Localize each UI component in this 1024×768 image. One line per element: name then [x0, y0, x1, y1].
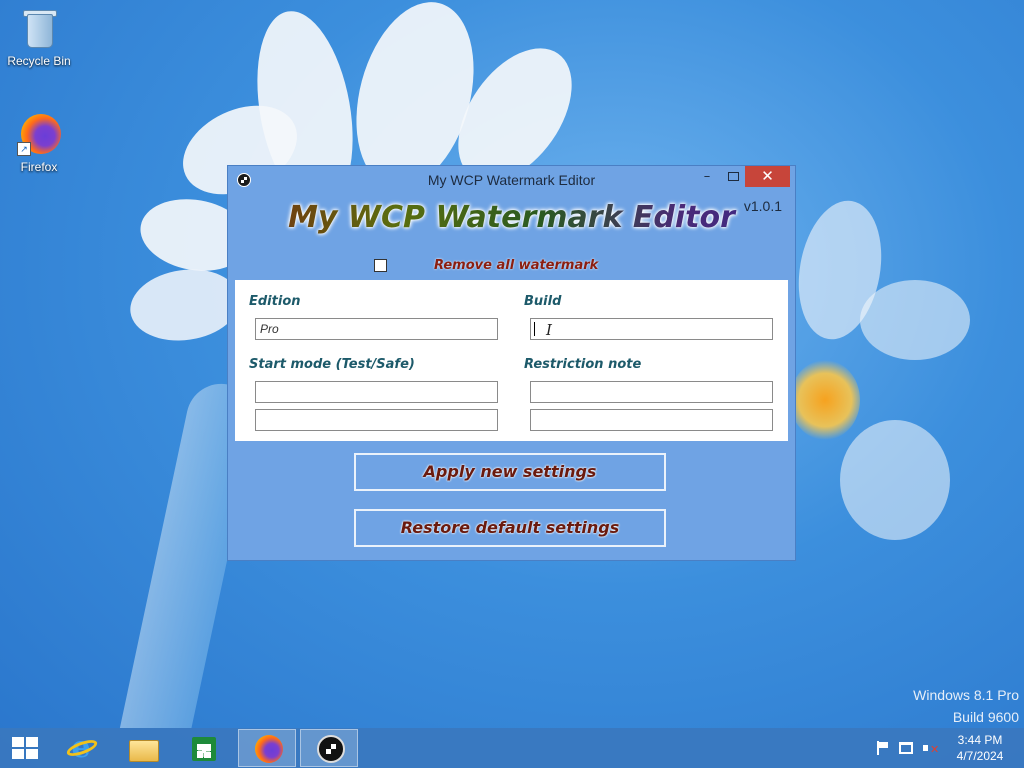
edition-input[interactable]: Pro [255, 318, 498, 340]
remove-all-row: Remove all watermark [374, 258, 634, 276]
close-button[interactable]: ✕ [745, 166, 790, 187]
windows-edition-watermark: Windows 8.1 Pro Build 9600 [913, 684, 1019, 728]
wallpaper-petal [860, 280, 970, 360]
wcp-editor-icon [315, 735, 345, 763]
desktop-icon-label: Recycle Bin [7, 54, 71, 68]
firefox-icon [253, 735, 283, 763]
version-label: v1.0.1 [743, 198, 782, 214]
start-mode-input-1[interactable] [255, 381, 498, 403]
start-mode-label: Start mode (Test/Safe) [249, 357, 415, 372]
taskbar-store[interactable] [175, 729, 233, 767]
file-explorer-icon [127, 734, 159, 762]
volume-muted-icon[interactable]: ✕ [922, 740, 939, 756]
maximize-icon [727, 172, 739, 181]
windows-logo-icon [12, 737, 38, 759]
taskbar-clock[interactable]: 3:44 PM 4/7/2024 [944, 732, 1016, 764]
build-label: Build [524, 294, 562, 309]
system-tray: ✕ [868, 728, 944, 768]
action-center-flag-icon[interactable] [874, 740, 890, 756]
taskbar-firefox[interactable] [238, 729, 296, 767]
start-mode-input-2[interactable] [255, 409, 498, 431]
watermark-edition: Windows 8.1 Pro [913, 687, 1019, 703]
watermark-build: Build 9600 [952, 709, 1019, 725]
restriction-note-input-2[interactable] [530, 409, 773, 431]
watermark-editor-window: My WCP Watermark Editor – ✕ My WCP Water… [227, 165, 796, 561]
desktop-icon-label: Firefox [20, 160, 58, 174]
recycle-bin-icon [17, 6, 61, 50]
desktop-icon-recycle-bin[interactable]: Recycle Bin [1, 6, 77, 68]
store-icon [189, 734, 219, 762]
desktop-icon-firefox[interactable]: ↗ Firefox [1, 112, 77, 174]
taskbar-wcp-editor[interactable] [300, 729, 358, 767]
apply-settings-button[interactable]: Apply new settings [354, 453, 666, 491]
taskbar: e ✕ 3:44 PM 4/7/2024 [0, 728, 1024, 768]
restriction-note-label: Restriction note [524, 357, 642, 372]
restriction-note-input-1[interactable] [530, 381, 773, 403]
maximize-button[interactable] [720, 166, 746, 187]
firefox-icon: ↗ [17, 112, 61, 156]
start-button[interactable] [0, 728, 50, 768]
clock-date: 4/7/2024 [956, 749, 1004, 763]
internet-explorer-icon: e [64, 733, 100, 763]
ibeam-cursor-icon: I [546, 321, 552, 339]
taskbar-file-explorer[interactable] [113, 729, 171, 767]
edition-label: Edition [249, 294, 301, 309]
settings-panel: Edition Pro Build I Start mode (Test/Saf… [235, 280, 788, 441]
taskbar-internet-explorer[interactable]: e [52, 729, 110, 767]
app-heading: My WCP Watermark Editor [228, 200, 795, 235]
minimize-button[interactable]: – [694, 166, 720, 187]
remove-all-label[interactable]: Remove all watermark [434, 258, 598, 273]
remove-all-checkbox[interactable] [374, 259, 387, 272]
wallpaper-petal [840, 420, 950, 540]
clock-time: 3:44 PM [957, 733, 1003, 747]
shortcut-arrow-icon: ↗ [17, 142, 31, 156]
restore-defaults-button[interactable]: Restore default settings [354, 509, 666, 547]
title-bar[interactable]: My WCP Watermark Editor – ✕ [228, 166, 795, 194]
text-caret [534, 322, 535, 336]
wallpaper-flower-center [790, 360, 860, 440]
network-icon[interactable] [899, 742, 913, 754]
build-input[interactable]: I [530, 318, 773, 340]
